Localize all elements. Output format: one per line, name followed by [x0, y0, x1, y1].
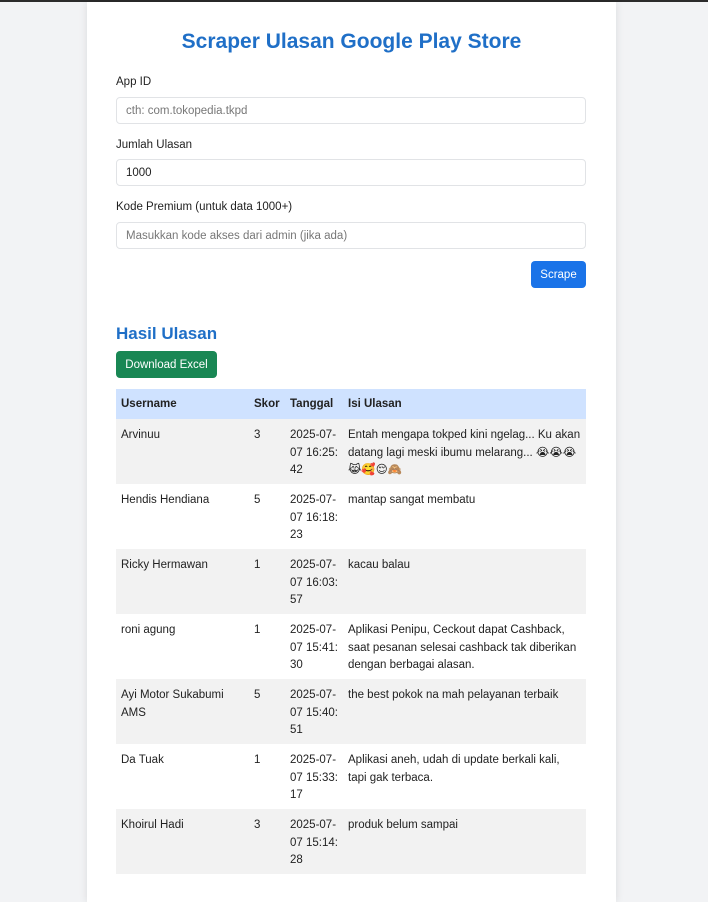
cell-username: roni agung [116, 614, 249, 679]
reviews-table: Username Skor Tanggal Isi Ulasan Arvinuu… [116, 389, 586, 874]
cell-isi-ulasan: the best pokok na mah pelayanan terbaik [343, 679, 586, 744]
app-id-label: App ID [116, 76, 152, 88]
cell-isi-ulasan: produk belum sampai [343, 809, 586, 874]
app-id-input[interactable] [116, 97, 586, 124]
cell-skor: 1 [249, 549, 285, 614]
header-isi-ulasan: Isi Ulasan [343, 389, 586, 419]
scrape-button[interactable]: Scrape [531, 261, 586, 288]
cell-skor: 3 [249, 809, 285, 874]
scraper-card: Scraper Ulasan Google Play Store App ID … [87, 2, 616, 902]
cell-skor: 3 [249, 419, 285, 484]
cell-skor: 1 [249, 744, 285, 809]
cell-isi-ulasan: Aplikasi Penipu, Ceckout dapat Cashback,… [343, 614, 586, 679]
table-header-row: Username Skor Tanggal Isi Ulasan [116, 389, 586, 419]
table-row: Arvinuu 3 2025-07-07 16:25:42 Entah meng… [116, 419, 586, 484]
results-title: Hasil Ulasan [116, 324, 218, 343]
cell-isi-ulasan: Entah mengapa tokped kini ngelag... Ku a… [343, 419, 586, 484]
table-row: Da Tuak 1 2025-07-07 15:33:17 Aplikasi a… [116, 744, 586, 809]
cell-tanggal: 2025-07-07 16:25:42 [285, 419, 343, 484]
table-row: Khoirul Hadi 3 2025-07-07 15:14:28 produ… [116, 809, 586, 874]
cell-skor: 5 [249, 484, 285, 549]
cell-isi-ulasan: kacau balau [343, 549, 586, 614]
cell-tanggal: 2025-07-07 16:03:57 [285, 549, 343, 614]
header-username: Username [116, 389, 249, 419]
cell-skor: 5 [249, 679, 285, 744]
header-tanggal: Tanggal [285, 389, 343, 419]
cell-username: Khoirul Hadi [116, 809, 249, 874]
premium-code-input[interactable] [116, 222, 586, 249]
cell-username: Da Tuak [116, 744, 249, 809]
review-count-input[interactable] [116, 159, 586, 186]
cell-tanggal: 2025-07-07 15:33:17 [285, 744, 343, 809]
header-skor: Skor [249, 389, 285, 419]
cell-username: Ayi Motor Sukabumi AMS [116, 679, 249, 744]
page-title: Scraper Ulasan Google Play Store [181, 30, 522, 53]
cell-skor: 1 [249, 614, 285, 679]
cell-tanggal: 2025-07-07 15:40:51 [285, 679, 343, 744]
review-count-label: Jumlah Ulasan [116, 139, 193, 151]
cell-isi-ulasan: Aplikasi aneh, udah di update berkali ka… [343, 744, 586, 809]
cell-tanggal: 2025-07-07 15:41:30 [285, 614, 343, 679]
cell-username: Arvinuu [116, 419, 249, 484]
cell-tanggal: 2025-07-07 15:14:28 [285, 809, 343, 874]
cell-username: Hendis Hendiana [116, 484, 249, 549]
download-excel-button[interactable]: Download Excel [116, 351, 217, 378]
cell-isi-ulasan: mantap sangat membatu [343, 484, 586, 549]
table-row: roni agung 1 2025-07-07 15:41:30 Aplikas… [116, 614, 586, 679]
cell-tanggal: 2025-07-07 16:18:23 [285, 484, 343, 549]
table-row: Hendis Hendiana 5 2025-07-07 16:18:23 ma… [116, 484, 586, 549]
table-row: Ayi Motor Sukabumi AMS 5 2025-07-07 15:4… [116, 679, 586, 744]
cell-username: Ricky Hermawan [116, 549, 249, 614]
table-row: Ricky Hermawan 1 2025-07-07 16:03:57 kac… [116, 549, 586, 614]
premium-code-label: Kode Premium (untuk data 1000+) [116, 201, 293, 213]
